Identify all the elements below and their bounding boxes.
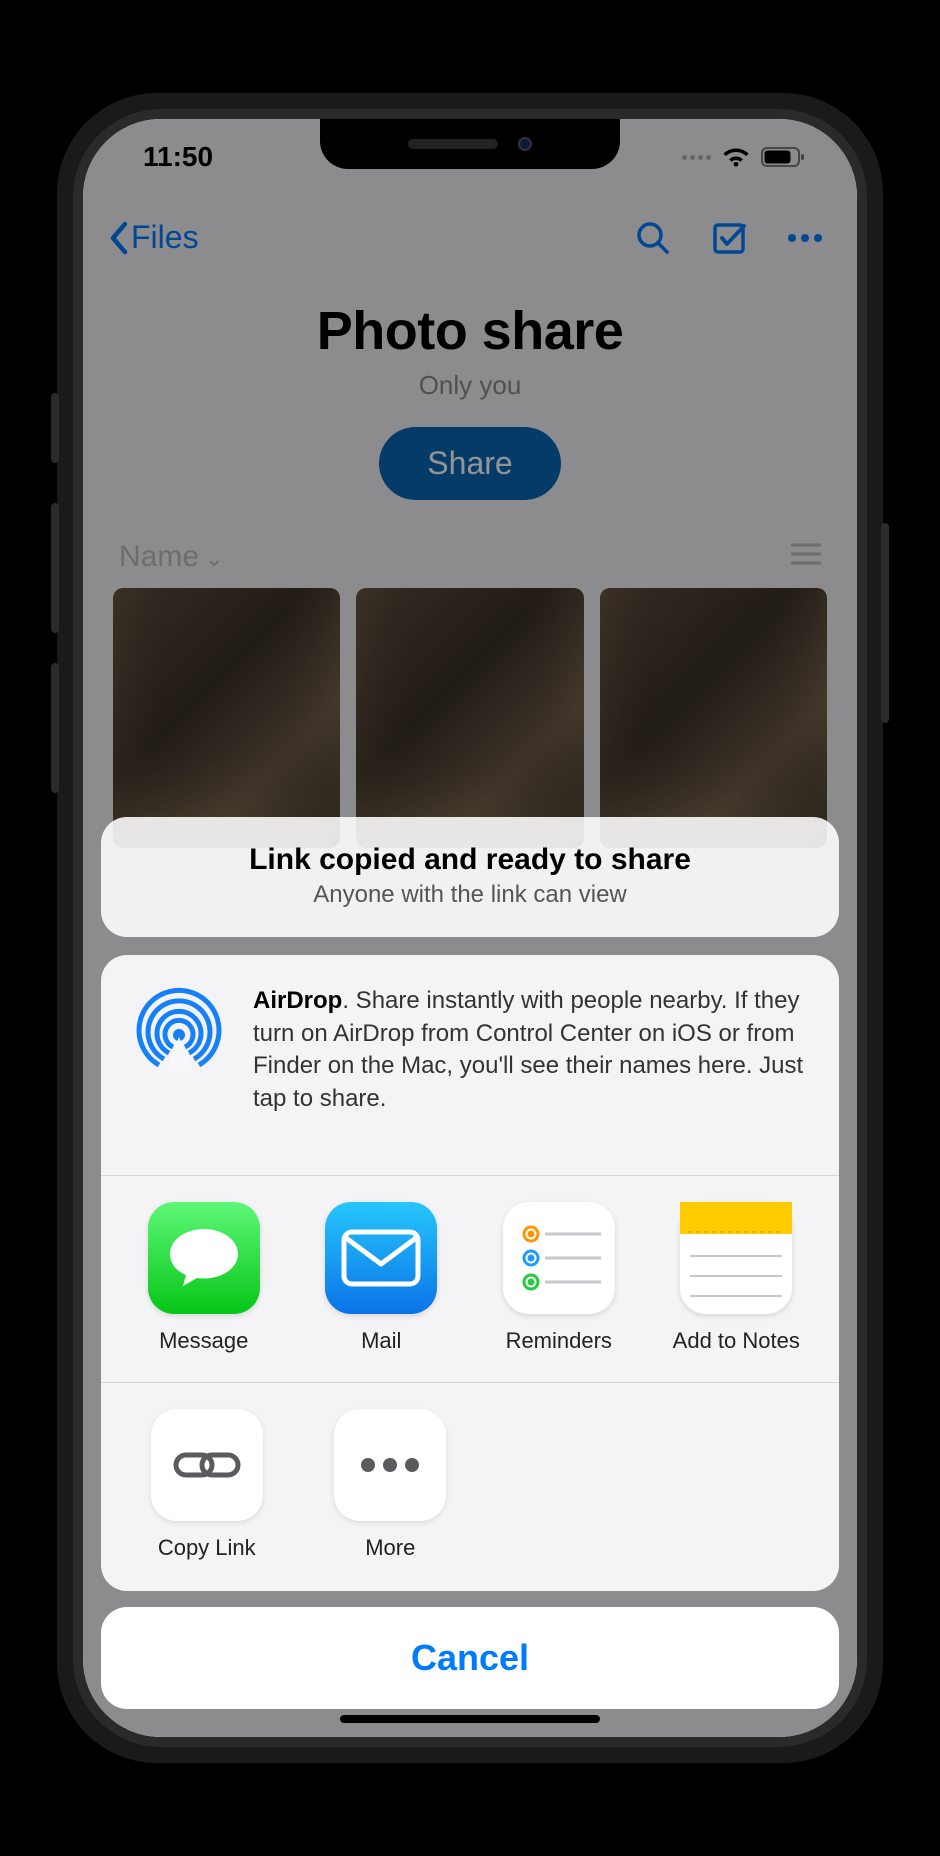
mail-icon (325, 1202, 437, 1314)
share-actions-row: Copy Link More (101, 1383, 839, 1591)
share-app-label: Mail (297, 1328, 467, 1354)
share-app-label: Reminders (474, 1328, 644, 1354)
action-copy-link[interactable]: Copy Link (119, 1409, 295, 1561)
cancel-button[interactable]: Cancel (101, 1607, 839, 1709)
share-app-reminders[interactable]: Reminders (474, 1202, 644, 1354)
share-app-message[interactable]: Message (119, 1202, 289, 1354)
share-header-title: Link copied and ready to share (129, 843, 811, 877)
link-icon (151, 1409, 263, 1521)
action-more[interactable]: More (303, 1409, 479, 1561)
share-app-label: Add to Notes (652, 1328, 822, 1354)
share-app-mail[interactable]: Mail (297, 1202, 467, 1354)
volume-down-button (51, 663, 59, 793)
share-header-card: Link copied and ready to share Anyone wi… (101, 817, 839, 937)
share-main-card: AirDrop. Share instantly with people nea… (101, 955, 839, 1591)
mute-switch (51, 393, 59, 463)
phone-frame: 11:50 Files (57, 93, 883, 1763)
reminders-icon (503, 1202, 615, 1314)
share-header-subtitle: Anyone with the link can view (129, 881, 811, 909)
power-button (881, 523, 889, 723)
airdrop-section[interactable]: AirDrop. Share instantly with people nea… (101, 955, 839, 1176)
share-app-notes[interactable]: Add to Notes (652, 1202, 822, 1354)
action-label: More (303, 1535, 479, 1561)
airdrop-description: AirDrop. Share instantly with people nea… (253, 985, 809, 1115)
share-apps-row: Message Mail (101, 1176, 839, 1383)
screen: 11:50 Files (83, 119, 857, 1737)
messages-icon (148, 1202, 260, 1314)
home-indicator[interactable] (340, 1715, 600, 1723)
cancel-label: Cancel (101, 1637, 839, 1679)
more-icon (334, 1409, 446, 1521)
share-sheet: Link copied and ready to share Anyone wi… (101, 817, 839, 1709)
volume-up-button (51, 503, 59, 633)
airdrop-icon (131, 985, 227, 1086)
notes-icon (680, 1202, 792, 1314)
action-label: Copy Link (119, 1535, 295, 1561)
notch (320, 119, 620, 169)
share-app-label: Message (119, 1328, 289, 1354)
